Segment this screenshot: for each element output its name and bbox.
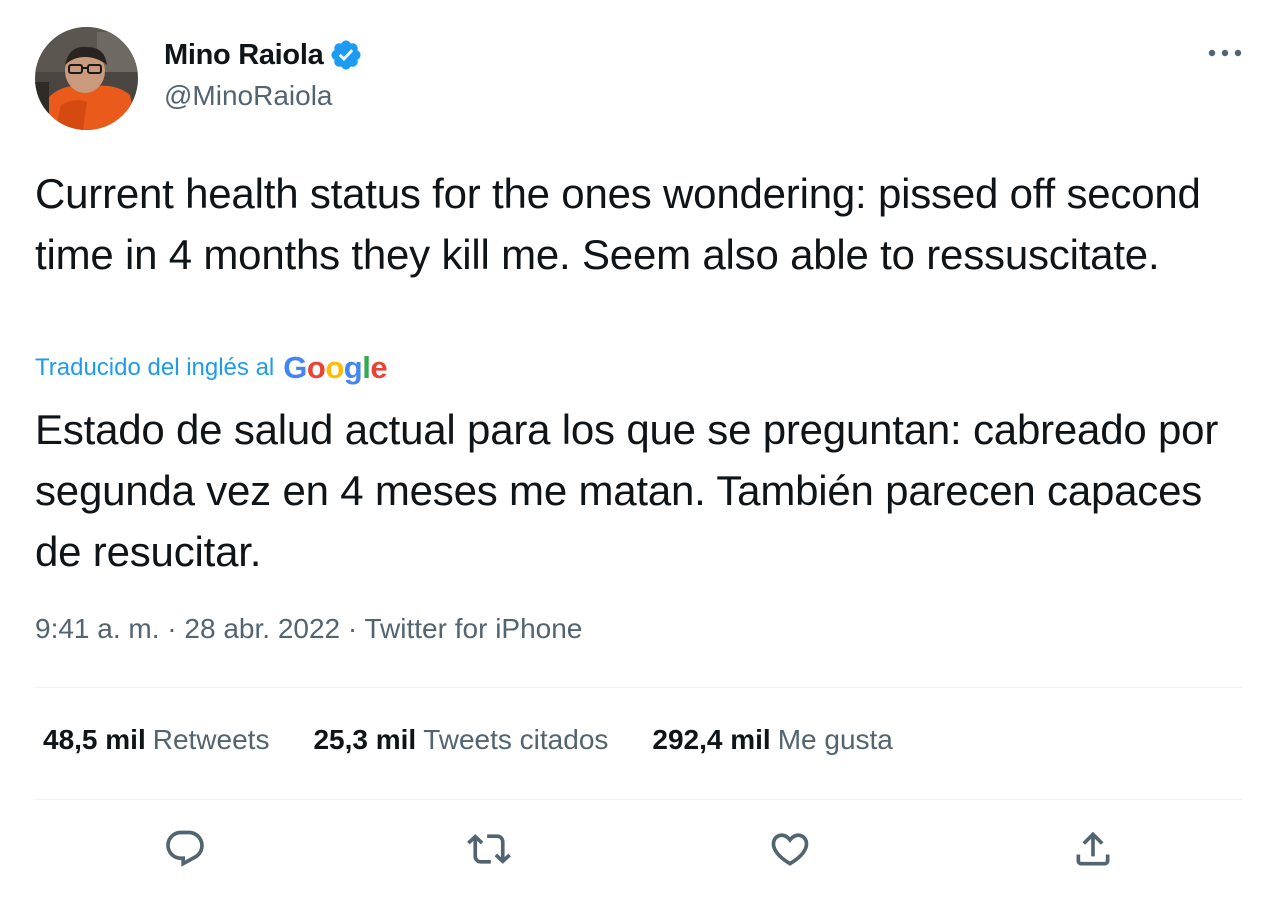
likes-count: 292,4 mil [652, 724, 771, 755]
quote-tweets-count: 25,3 mil [313, 724, 417, 755]
avatar[interactable] [35, 27, 138, 130]
quote-tweets-label: Tweets citados [423, 724, 609, 755]
retweets-count: 48,5 mil [43, 724, 146, 755]
tweet-original-text: Current health status for the ones wonde… [35, 170, 1201, 278]
divider [35, 799, 1243, 800]
avatar-photo [35, 27, 138, 130]
tweet-translated-text: Estado de salud actual para los que se p… [35, 406, 1219, 575]
tweet-card: Mino Raiola @MinoRaiola Current health s… [0, 0, 1277, 900]
google-logo: Google [283, 350, 388, 385]
likes-stat[interactable]: 292,4 mil Me gusta [652, 724, 892, 756]
divider [35, 687, 1243, 688]
share-icon[interactable] [1070, 826, 1116, 872]
engagement-stats: 48,5 mil Retweets 25,3 mil Tweets citados … [43, 724, 937, 756]
like-icon[interactable] [767, 826, 813, 872]
quote-tweets-stat[interactable]: 25,3 mil Tweets citados [313, 724, 608, 756]
retweet-icon[interactable] [466, 826, 512, 872]
tweet-source[interactable]: Twitter for iPhone [365, 613, 583, 644]
tweet-metadata: 9:41 a. m. · 28 abr. 2022 · Twitter for … [35, 613, 582, 645]
retweets-label: Retweets [152, 724, 270, 755]
more-options-icon[interactable] [1205, 38, 1245, 68]
meta-separator: · [340, 613, 365, 644]
translation-attribution[interactable]: Traducido del inglés al Google [35, 350, 388, 386]
retweets-stat[interactable]: 48,5 mil Retweets [43, 724, 269, 756]
author-handle[interactable]: @MinoRaiola [164, 80, 333, 112]
likes-label: Me gusta [777, 724, 893, 755]
author-display-name[interactable]: Mino Raiola [164, 39, 324, 72]
reply-icon[interactable] [162, 826, 208, 872]
verified-badge-icon [329, 38, 363, 72]
translation-label[interactable]: Traducido del inglés al [35, 354, 274, 382]
meta-separator: · [159, 613, 185, 644]
author-name-row[interactable]: Mino Raiola [164, 36, 363, 74]
tweet-time[interactable]: 9:41 a. m. [35, 613, 160, 644]
tweet-date[interactable]: 28 abr. 2022 [184, 613, 340, 644]
